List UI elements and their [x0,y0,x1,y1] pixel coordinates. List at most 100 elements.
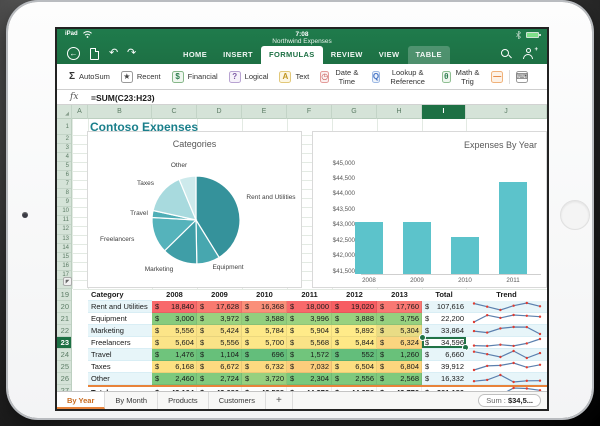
row-header-19[interactable]: 19 [57,289,71,301]
value-cell-2010[interactable]: $6,732 [242,361,287,373]
row-header-24[interactable]: 24 [57,349,71,361]
column-header-c[interactable]: C [152,105,197,119]
selected-cell[interactable]: $34,596 [419,334,469,351]
table-header-category[interactable]: Category [88,289,152,301]
value-cell-2010[interactable]: $5,700 [242,337,287,349]
more-functions-button[interactable]: — [491,70,504,83]
column-header-i[interactable]: I [422,105,466,119]
value-cell-2012[interactable]: $19,020 [332,301,377,313]
lookup-reference-button[interactable]: Q Lookup & Reference [371,68,431,86]
column-header-d[interactable]: D [197,105,242,119]
row-header-26[interactable]: 26 [57,373,71,385]
row-header-8[interactable]: 8 [57,189,71,199]
category-cell[interactable]: Rent and Utilities [88,301,152,313]
value-cell-2008[interactable]: $5,604 [152,337,197,349]
row-header-14[interactable]: 14 [57,244,71,253]
table-header-2009[interactable]: 2009 [197,289,242,301]
value-cell-2012[interactable]: $5,892 [332,325,377,337]
sheet-tab-products[interactable]: Products [158,392,209,409]
value-cell-2009[interactable]: $2,724 [197,373,242,385]
total-cell[interactable]: $22,200 [422,313,466,325]
value-cell-2011[interactable]: $18,000 [287,301,332,313]
back-button[interactable]: ← [67,47,80,60]
value-cell-2010[interactable]: $16,368 [242,301,287,313]
pie-chart[interactable] [148,172,244,268]
row-header-22[interactable]: 22 [57,325,71,337]
row-header-6[interactable]: 6 [57,171,71,181]
column-header-e[interactable]: E [242,105,287,119]
search-icon[interactable] [501,49,509,57]
value-cell-2010[interactable]: $696 [242,349,287,361]
row-header-9[interactable]: 9 [57,198,71,208]
bar-2010[interactable] [451,237,479,274]
row-header-20[interactable]: 20 [57,301,71,313]
trend-cell[interactable] [466,313,547,325]
table-header-2008[interactable]: 2008 [152,289,197,301]
trend-cell[interactable] [466,337,547,349]
bar-2011[interactable] [499,182,527,274]
bar-2009[interactable] [403,222,431,274]
category-cell[interactable]: Other [88,373,152,385]
value-cell-2008[interactable]: $3,000 [152,313,197,325]
ribbon-tab-insert[interactable]: INSERT [215,46,261,64]
total-cell[interactable]: $107,616 [422,301,466,313]
row-header-2[interactable]: 2 [57,135,71,145]
column-header-j[interactable]: J [466,105,547,119]
total-cell[interactable]: $39,912 [422,361,466,373]
column-header-a[interactable]: A [72,105,88,119]
row-header-13[interactable]: 13 [57,235,71,244]
value-cell-2008[interactable]: $5,556 [152,325,197,337]
formula-bar[interactable]: fx =SUM(C23:H23) [57,90,547,105]
date-time-button[interactable]: ◷ Date & Time [320,68,360,86]
column-header-g[interactable]: G [332,105,377,119]
value-cell-2012[interactable]: $2,556 [332,373,377,385]
value-cell-2013[interactable]: $3,756 [377,313,422,325]
expand-rows-handle-icon[interactable]: ◤ [63,277,72,286]
keyboard-button[interactable]: ⌨ [516,70,528,83]
category-cell[interactable]: Equipment [88,313,152,325]
add-sheet-button[interactable]: + [266,392,293,409]
value-cell-2012[interactable]: $552 [332,349,377,361]
trend-cell[interactable] [466,325,547,337]
trend-cell[interactable] [466,301,547,313]
value-cell-2012[interactable]: $5,844 [332,337,377,349]
ribbon-tab-home[interactable]: HOME [175,46,215,64]
recent-button[interactable]: ★ Recent [120,70,161,83]
value-cell-2013[interactable]: $17,760 [377,301,422,313]
value-cell-2013[interactable]: $2,568 [377,373,422,385]
row-header-5[interactable]: 5 [57,162,71,172]
sheet-tab-customers[interactable]: Customers [209,392,266,409]
ribbon-tab-table[interactable]: TABLE [407,46,450,64]
bar-2008[interactable] [355,221,383,274]
value-cell-2011[interactable]: $2,304 [287,373,332,385]
table-header-2010[interactable]: 2010 [242,289,287,301]
share-add-person-button[interactable]: + [523,47,538,60]
table-header-trend[interactable]: Trend [466,289,547,301]
column-header-h[interactable]: H [377,105,422,119]
value-cell-2013[interactable]: $5,304 [377,325,422,337]
row-header-23[interactable]: 23 [57,336,71,349]
new-file-button[interactable] [90,48,99,60]
row-header-11[interactable]: 11 [57,216,71,226]
value-cell-2012[interactable]: $6,504 [332,361,377,373]
financial-button[interactable]: $ Financial [171,70,218,83]
redo-button[interactable]: ↷ [127,46,136,59]
undo-button[interactable]: ↶ [109,46,118,59]
value-cell-2012[interactable]: $3,888 [332,313,377,325]
spreadsheet-grid[interactable]: Contoso Expenses 1 2 3 4 5 6 7 8 9 10 11 12 13 14 15 16… [57,119,547,391]
category-cell[interactable]: Taxes [88,361,152,373]
row-header-10[interactable]: 10 [57,207,71,217]
row-header-21[interactable]: 21 [57,313,71,325]
table-header-total[interactable]: Total [422,289,466,301]
row-header-7[interactable]: 7 [57,180,71,190]
value-cell-2009[interactable]: $17,628 [197,301,242,313]
value-cell-2013[interactable]: $1,260 [377,349,422,361]
trend-cell[interactable] [466,361,547,373]
value-cell-2009[interactable]: $1,104 [197,349,242,361]
ribbon-tab-formulas[interactable]: FORMULAS [261,46,323,64]
row-header-12[interactable]: 12 [57,225,71,235]
trend-cell[interactable] [466,349,547,361]
ribbon-tab-review[interactable]: REVIEW [323,46,371,64]
value-cell-2010[interactable]: $3,588 [242,313,287,325]
text-button[interactable]: A Text [279,70,309,83]
